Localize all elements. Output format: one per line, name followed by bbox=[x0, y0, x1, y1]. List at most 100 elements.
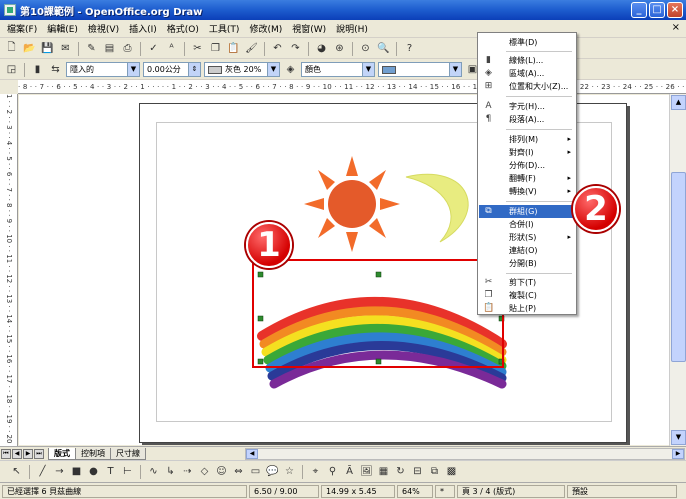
arrow-style-icon[interactable]: ⇆ bbox=[48, 62, 63, 77]
next-tab-icon[interactable]: ▶ bbox=[23, 448, 33, 459]
curve-icon[interactable]: ∿ bbox=[147, 464, 160, 479]
maximize-button[interactable]: □ bbox=[649, 2, 665, 18]
extrusion-icon[interactable]: ▩ bbox=[445, 464, 458, 479]
menu-modify[interactable]: 修改(M) bbox=[244, 22, 287, 35]
ellipse-icon[interactable]: ● bbox=[87, 464, 100, 479]
arrow-line-icon[interactable]: → bbox=[53, 464, 66, 479]
format-paintbrush-icon[interactable]: 🖌 bbox=[244, 41, 259, 56]
document-close-icon[interactable]: × bbox=[672, 22, 680, 33]
rotate-icon[interactable]: ↻ bbox=[394, 464, 407, 479]
menu-edit[interactable]: 編輯(E) bbox=[42, 22, 83, 35]
export-pdf-icon[interactable]: ▤ bbox=[102, 41, 117, 56]
open-icon[interactable]: 📂 bbox=[22, 41, 37, 56]
menu-item-line[interactable]: ▮ 線條(L)... bbox=[479, 54, 575, 67]
scroll-down-icon[interactable]: ▼ bbox=[671, 430, 686, 445]
spellcheck-icon[interactable]: ✓ bbox=[146, 41, 161, 56]
styles-icon[interactable]: ◲ bbox=[4, 62, 19, 77]
area-color-select[interactable]: ▼ bbox=[378, 62, 462, 77]
glue-points-icon[interactable]: ⚲ bbox=[326, 464, 339, 479]
align-icon[interactable]: ⊟ bbox=[411, 464, 424, 479]
text-tool-icon[interactable]: T bbox=[104, 464, 117, 479]
line-style-select[interactable]: 隱入的 ▼ bbox=[66, 62, 140, 77]
email-icon[interactable]: ✉ bbox=[58, 41, 73, 56]
chart-icon[interactable]: ◕ bbox=[314, 41, 329, 56]
line-color-select[interactable]: 灰色 20% ▼ bbox=[204, 62, 280, 77]
flowchart-icon[interactable]: ▭ bbox=[249, 464, 262, 479]
horizontal-scrollbar[interactable]: ◀ ▶ bbox=[245, 448, 685, 460]
close-button[interactable]: × bbox=[667, 2, 683, 18]
line-width-spinner[interactable]: 0.00公分 ⇕ bbox=[143, 62, 201, 77]
line-icon[interactable]: ▮ bbox=[30, 62, 45, 77]
scroll-left-icon[interactable]: ◀ bbox=[246, 449, 258, 459]
lines-arrows-icon[interactable]: ⇢ bbox=[181, 464, 194, 479]
minimize-button[interactable]: _ bbox=[631, 2, 647, 18]
scroll-right-icon[interactable]: ▶ bbox=[672, 449, 684, 459]
undo-icon[interactable]: ↶ bbox=[270, 41, 285, 56]
symbol-shapes-icon[interactable]: ☺ bbox=[215, 464, 228, 479]
select-arrow-icon[interactable]: ↖ bbox=[10, 464, 23, 479]
menu-item-break[interactable]: 分開(B) bbox=[479, 257, 575, 270]
connector-icon[interactable]: ↳ bbox=[164, 464, 177, 479]
menu-item-copy[interactable]: ❐ 複製(C) bbox=[479, 289, 575, 302]
navigator-icon[interactable]: ⊛ bbox=[332, 41, 347, 56]
menu-item-position-size[interactable]: ⊞ 位置和大小(Z)... bbox=[479, 80, 575, 93]
block-arrows-icon[interactable]: ⇔ bbox=[232, 464, 245, 479]
menu-item-paragraph[interactable]: ¶ 段落(A)... bbox=[479, 113, 575, 126]
area-fill-icon[interactable]: ◈ bbox=[283, 62, 298, 77]
menu-item-align[interactable]: 對齊(I) ▸ bbox=[479, 146, 575, 159]
horizontal-ruler[interactable]: · 8 · · 7 · · 6 · · 5 · · 4 · · 3 · · 2 … bbox=[18, 80, 686, 94]
edit-file-icon[interactable]: ✎ bbox=[84, 41, 99, 56]
menu-item-combine[interactable]: 合併(I) bbox=[479, 218, 575, 231]
points-icon[interactable]: ⌖ bbox=[309, 464, 322, 479]
vertical-text-icon[interactable]: ⊢ bbox=[121, 464, 134, 479]
menu-help[interactable]: 說明(H) bbox=[331, 22, 373, 35]
stars-icon[interactable]: ☆ bbox=[283, 464, 296, 479]
menu-item-flip[interactable]: 翻轉(F) ▸ bbox=[479, 172, 575, 185]
arrange-icon[interactable]: ⧉ bbox=[428, 464, 441, 479]
first-tab-icon[interactable]: ⏮ bbox=[1, 448, 11, 459]
print-icon[interactable]: ⎙ bbox=[120, 41, 135, 56]
menu-item-paste[interactable]: 📋 貼上(P) bbox=[479, 302, 575, 315]
menu-item-convert[interactable]: 轉換(V) ▸ bbox=[479, 185, 575, 198]
menu-insert[interactable]: 插入(I) bbox=[124, 22, 162, 35]
menu-item-distribute[interactable]: 分佈(D)... bbox=[479, 159, 575, 172]
menu-item-character[interactable]: A 字元(H)... bbox=[479, 100, 575, 113]
callouts-icon[interactable]: 💬 bbox=[266, 464, 279, 479]
menu-file[interactable]: 檔案(F) bbox=[2, 22, 42, 35]
from-file-icon[interactable]: 🖼 bbox=[360, 464, 373, 479]
last-tab-icon[interactable]: ⏭ bbox=[34, 448, 44, 459]
gallery-icon[interactable]: ▦ bbox=[377, 464, 390, 479]
fontwork-icon[interactable]: Ā bbox=[343, 464, 356, 479]
zoom-icon[interactable]: ⊙ bbox=[358, 41, 373, 56]
paste-icon[interactable]: 📋 bbox=[226, 41, 241, 56]
basic-shapes-icon[interactable]: ◇ bbox=[198, 464, 211, 479]
tab-layout[interactable]: 版式 bbox=[48, 447, 76, 460]
redo-icon[interactable]: ↷ bbox=[288, 41, 303, 56]
save-icon[interactable]: 💾 bbox=[40, 41, 55, 56]
menu-format[interactable]: 格式(O) bbox=[162, 22, 204, 35]
menu-tools[interactable]: 工具(T) bbox=[204, 22, 245, 35]
vertical-ruler[interactable]: 1 · · 2 · · 3 · · 4 · · 5 · · 6 · · 7 · … bbox=[0, 94, 18, 446]
menu-item-cut[interactable]: ✂ 剪下(T) bbox=[479, 276, 575, 289]
area-style-select[interactable]: 顏色 ▼ bbox=[301, 62, 375, 77]
menu-view[interactable]: 檢視(V) bbox=[83, 22, 124, 35]
vertical-scrollbar[interactable]: ▲ ▼ bbox=[669, 94, 686, 446]
menu-window[interactable]: 視窗(W) bbox=[287, 22, 331, 35]
autospell-icon[interactable]: ᴬ bbox=[164, 41, 179, 56]
tab-controls[interactable]: 控制項 bbox=[75, 447, 111, 460]
menu-item-group[interactable]: ⧉ 群組(G) bbox=[479, 205, 575, 218]
menu-item-area[interactable]: ◈ 區域(A)... bbox=[479, 67, 575, 80]
scroll-thumb[interactable] bbox=[671, 172, 686, 362]
help-icon[interactable]: ? bbox=[402, 41, 417, 56]
scroll-up-icon[interactable]: ▲ bbox=[671, 95, 686, 110]
tab-dimension-lines[interactable]: 尺寸線 bbox=[110, 447, 146, 460]
line-tool-icon[interactable]: ╱ bbox=[36, 464, 49, 479]
menu-item-connect[interactable]: 連結(O) bbox=[479, 244, 575, 257]
new-document-icon[interactable]: 🗋 bbox=[4, 41, 19, 56]
menu-item-shapes[interactable]: 形狀(S) ▸ bbox=[479, 231, 575, 244]
menu-item-arrange[interactable]: 排列(M) ▸ bbox=[479, 133, 575, 146]
prev-tab-icon[interactable]: ◀ bbox=[12, 448, 22, 459]
zoom-in-icon[interactable]: 🔍 bbox=[376, 41, 391, 56]
rectangle-icon[interactable]: ■ bbox=[70, 464, 83, 479]
cut-icon[interactable]: ✂ bbox=[190, 41, 205, 56]
